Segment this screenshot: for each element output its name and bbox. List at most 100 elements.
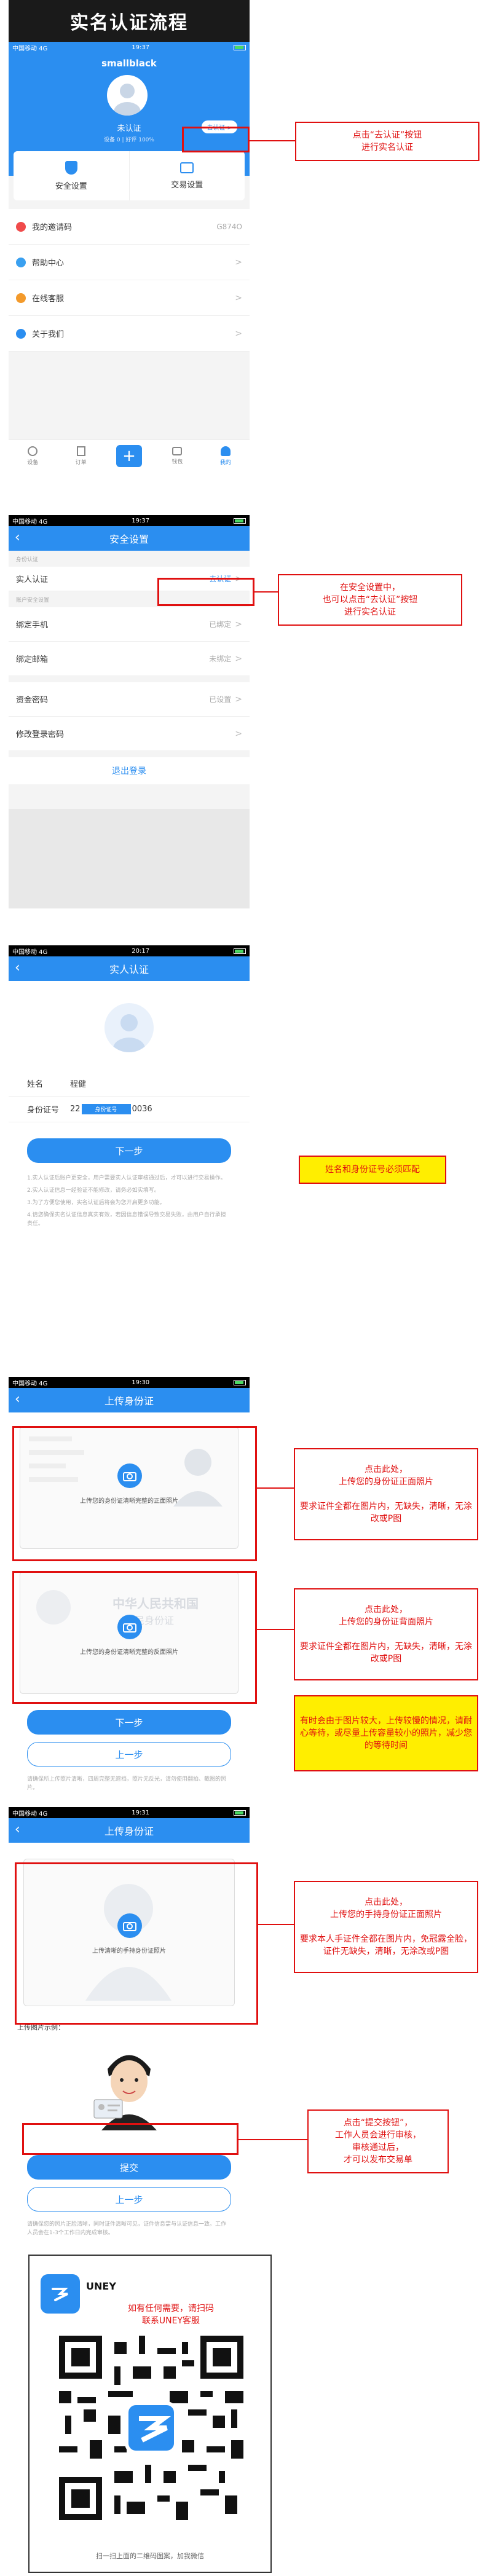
arrow — [254, 591, 278, 593]
note-slow-upload: 有时会由于图片较大，上传较慢的情况，请耐心等待，或尽量上传容量较小的照片，减少您… — [294, 1695, 478, 1771]
battery-icon — [234, 518, 246, 524]
back-arrow-icon[interactable]: ‹ — [15, 1823, 20, 1837]
next-button[interactable]: 下一步 — [27, 1710, 231, 1735]
status-bar: 中国移动 4G 19:37 — [9, 515, 250, 526]
back-arrow-icon[interactable]: ‹ — [15, 1393, 20, 1406]
name-value: 程健 — [70, 1080, 87, 1089]
bind-email-row[interactable]: 绑定邮箱 未绑定 > — [9, 642, 250, 676]
trade-icon — [180, 162, 194, 173]
trade-settings-tile[interactable]: 交易设置 — [130, 151, 245, 200]
handheld-tip: 请确保您的照片正脸清晰，同时证件清晰可见，证件信息需与认证信息一致。工作人员会在… — [27, 2221, 227, 2236]
example-image — [83, 2038, 175, 2130]
status-bar: 中国移动 4G 19:31 — [9, 1807, 250, 1818]
carrier-text: 中国移动 4G — [12, 1380, 48, 1387]
fund-password-row[interactable]: 资金密码 已设置 > — [9, 682, 250, 717]
nav-title: 上传身份证 — [104, 1826, 154, 1837]
logout-button[interactable]: 退出登录 — [9, 757, 250, 784]
tab-add[interactable]: + — [105, 439, 153, 472]
row-label: 绑定邮箱 — [16, 655, 49, 664]
note-verify: 点击“去认证”按钮 进行实名认证 — [295, 122, 479, 161]
tip-text: 2.实人认证信息一经验证不能修改，请务必如实填写。 — [27, 1188, 160, 1194]
nav-bar: ‹ 上传身份证 — [9, 1388, 250, 1412]
tab-devices[interactable]: 设备 — [9, 439, 57, 472]
nav-bar: ‹ 安全设置 — [9, 526, 250, 551]
next-button[interactable]: 下一步 — [27, 1138, 231, 1163]
tab-bar: 设备 订单 + 钱包 我的 — [9, 439, 250, 472]
back-arrow-icon[interactable]: ‹ — [15, 961, 20, 975]
note-back: 点击此处， 上传您的身份证背面照片 要求证件全都在图片内，无缺失，清晰，无涂改或… — [294, 1588, 478, 1680]
tip-text: 1.实人认证后账户更安全，用户需要实人认证审核通过后，才可以进行交易操作。 — [27, 1175, 226, 1181]
arrow — [257, 1487, 294, 1489]
bind-phone-row[interactable]: 绑定手机 已绑定 > — [9, 607, 250, 642]
chevron-right-icon: > — [235, 257, 242, 267]
chevron-right-icon: > — [235, 695, 242, 704]
realname-screen: 中国移动 4G 20:17 ‹ 实人认证 姓名 程健 身份证号 22 身份证号 … — [9, 945, 250, 1271]
highlight-back-upload — [12, 1571, 257, 1704]
empty-area — [9, 809, 250, 908]
battery-icon — [234, 1379, 246, 1385]
note-name-match: 姓名和身份证号必须匹配 — [299, 1156, 446, 1184]
tab-wallet[interactable]: 钱包 — [153, 439, 201, 472]
submit-button[interactable]: 提交 — [27, 2155, 231, 2180]
row-label: 修改登录密码 — [16, 730, 65, 739]
status-bar: 中国移动 4G 20:17 — [9, 945, 250, 956]
carrier-text: 中国移动 4G — [12, 948, 48, 956]
trade-label: 交易设置 — [171, 180, 203, 190]
prev-button[interactable]: 上一步 — [27, 2187, 231, 2212]
tab-orders[interactable]: 订单 — [57, 439, 104, 472]
id-masked: 身份证号 — [81, 1104, 131, 1114]
time-text: 19:37 — [132, 44, 150, 51]
upload-tip: 请确保所上传照片清晰，四周完整无遮挡，照片无反光，请勿使用翻拍、截图的照片。 — [27, 1776, 227, 1791]
time-text: 19:31 — [132, 1809, 150, 1816]
back-arrow-icon[interactable]: ‹ — [15, 531, 20, 545]
chevron-right-icon: > — [235, 328, 242, 339]
arrow — [250, 140, 295, 141]
id-prefix: 22 — [70, 1105, 81, 1114]
profile-screen: 中国移动 4G 19:37 smallblack 未认证 设备 0 | 好评 1… — [9, 42, 250, 472]
highlight-submit-button — [22, 2123, 239, 2155]
tip-text: 3.为了方便您使用，实名认证后将会为您开启更多功能。 — [27, 1200, 165, 1206]
battery-icon — [234, 1810, 246, 1816]
menu-label: 我的邀请码 — [32, 223, 73, 232]
menu-item-invite-code[interactable]: 我的邀请码 G874O — [9, 209, 250, 245]
id-field[interactable]: 身份证号 22 身份证号 0036 — [9, 1097, 250, 1122]
about-icon — [16, 328, 26, 339]
menu-item-support[interactable]: 在线客服 > — [9, 280, 250, 316]
arrow — [257, 1629, 294, 1630]
arrow — [239, 2139, 307, 2140]
menu-label: 帮助中心 — [32, 259, 65, 268]
qr-footer: 扫一扫上面的二维码图案，加我微信 — [96, 2552, 204, 2560]
carrier-text: 中国移动 4G — [12, 1810, 48, 1818]
name-field[interactable]: 姓名 程健 — [9, 1071, 250, 1097]
menu-item-about[interactable]: 关于我们 > — [9, 316, 250, 352]
chevron-right-icon: > — [235, 654, 242, 664]
section-header: 身份认证 — [16, 557, 39, 563]
tab-label: 设备 — [27, 459, 39, 466]
avatar[interactable] — [107, 75, 148, 116]
menu-label: 在线客服 — [32, 294, 65, 304]
tab-mine[interactable]: 我的 — [202, 439, 250, 472]
security-label: 安全设置 — [55, 181, 87, 191]
highlight-handheld-upload — [15, 1862, 258, 2025]
row-label: 实人认证 — [16, 575, 49, 585]
security-settings-tile[interactable]: 安全设置 — [14, 151, 130, 200]
name-label: 姓名 — [27, 1080, 44, 1089]
invite-code-value: G874O — [216, 222, 242, 231]
order-icon — [76, 446, 85, 456]
username: smallblack — [101, 58, 157, 69]
time-text: 20:17 — [132, 947, 150, 955]
prev-button[interactable]: 上一步 — [27, 1742, 231, 1767]
chevron-right-icon: > — [235, 620, 242, 629]
note-front: 点击此处， 上传您的身份证正面照片 要求证件全都在图片内，无缺失，清晰，无涂改或… — [294, 1448, 478, 1540]
note-handheld: 点击此处， 上传您的手持身份证正面照片 要求本人手证件全都在图片内，免冠露全脸，… — [294, 1881, 478, 1973]
carrier-text: 中国移动 4G — [12, 45, 48, 52]
login-password-row[interactable]: 修改登录密码 > — [9, 717, 250, 751]
menu-list: 我的邀请码 G874O 帮助中心 > 在线客服 > 关于我们 > — [9, 209, 250, 352]
status-bar: 中国移动 4G 19:37 — [9, 42, 250, 53]
tab-label: 我的 — [219, 459, 231, 466]
menu-item-help[interactable]: 帮助中心 > — [9, 245, 250, 280]
security-screen: 中国移动 4G 19:37 ‹ 安全设置 身份认证 实人认证 去认证 > 账户安全… — [9, 515, 250, 908]
user-icon — [220, 446, 231, 456]
chevron-right-icon: > — [235, 728, 242, 739]
chevron-right-icon: > — [235, 293, 242, 303]
